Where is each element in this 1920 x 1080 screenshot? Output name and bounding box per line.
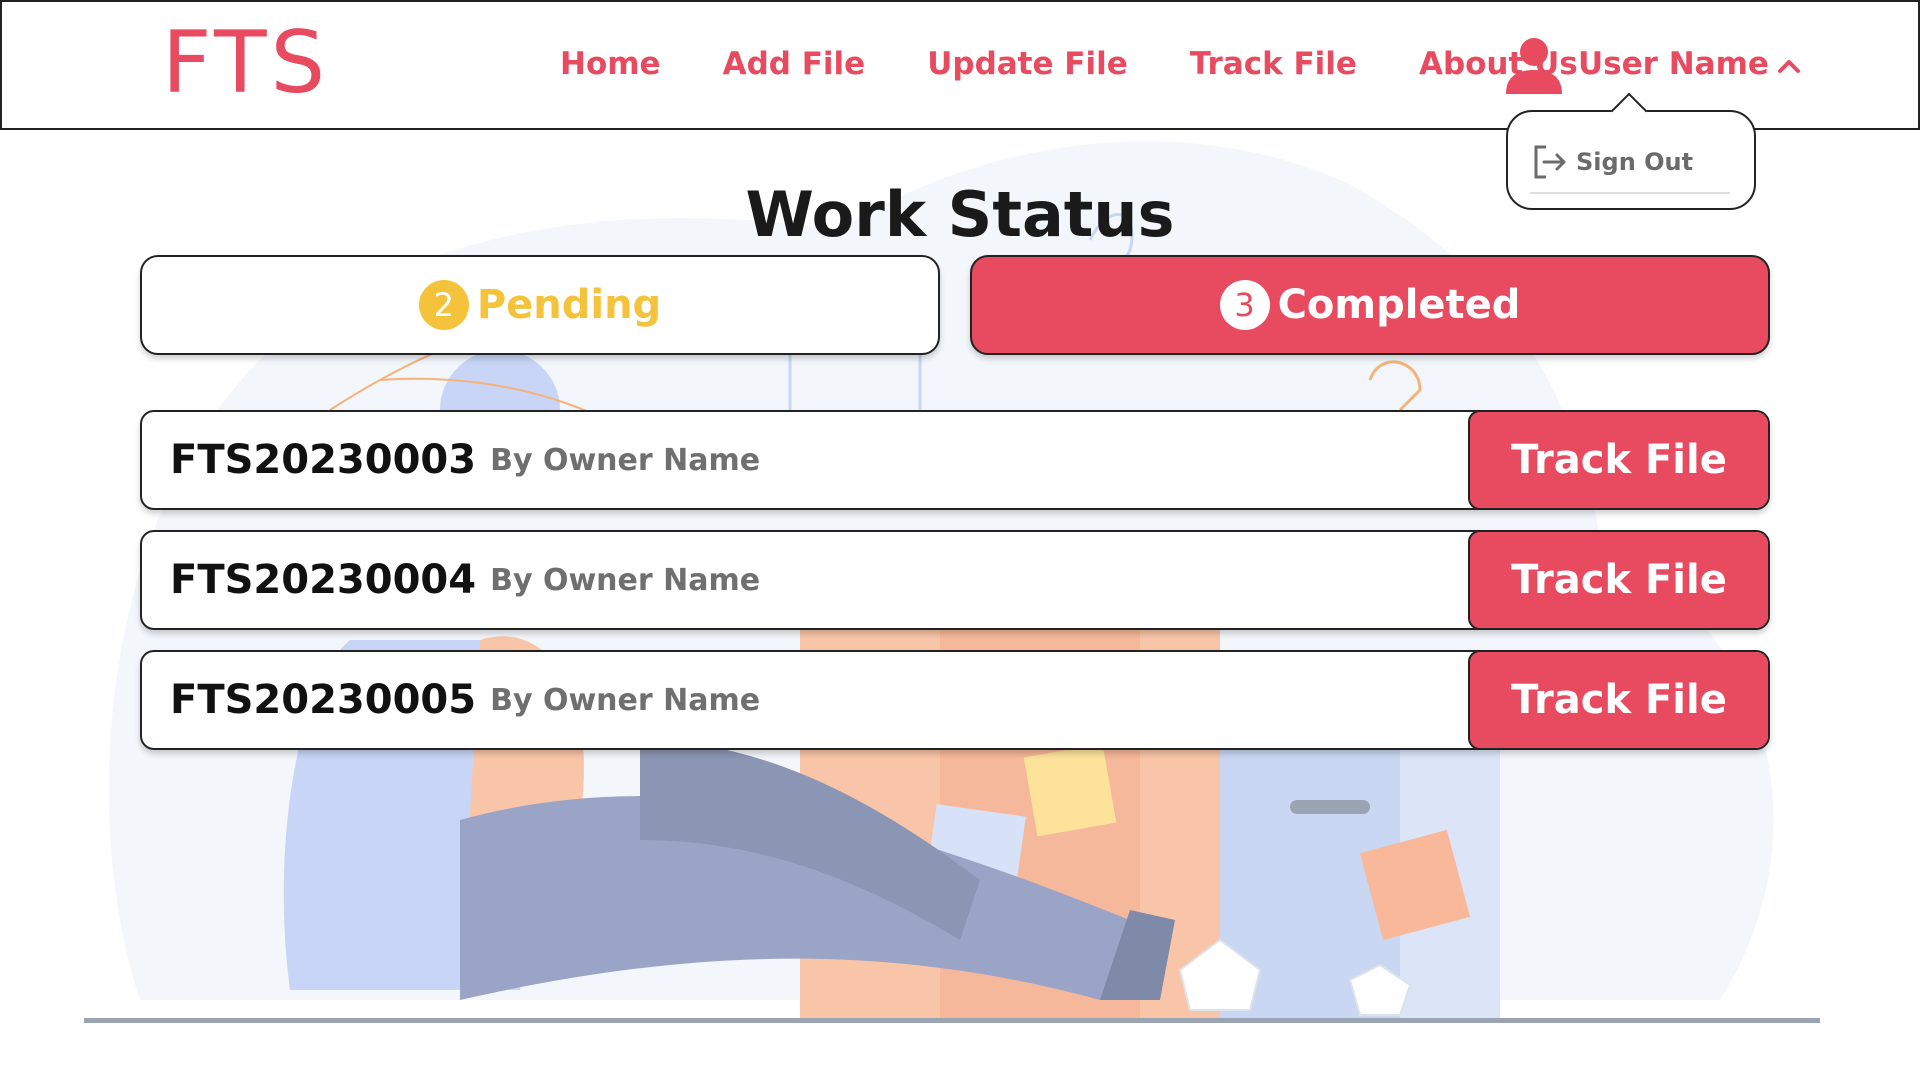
dropdown-divider [1530, 192, 1730, 194]
nav-link-track-file[interactable]: Track File [1190, 46, 1357, 82]
track-file-button[interactable]: Track File [1468, 532, 1768, 628]
file-id: FTS20230004 [170, 557, 477, 603]
file-owner: By Owner Name [490, 682, 761, 718]
sign-out-button[interactable]: Sign Out [1530, 142, 1693, 182]
tab-completed[interactable]: 3 Completed [970, 255, 1770, 355]
file-owner: By Owner Name [490, 442, 761, 478]
file-id: FTS20230003 [170, 437, 477, 483]
file-id: FTS20230005 [170, 677, 477, 723]
nav-link-home[interactable]: Home [560, 46, 661, 82]
file-row: FTS20230003 By Owner Name Track File [140, 410, 1770, 510]
user-menu-toggle[interactable]: User Name [1502, 32, 1803, 96]
nav-links: Home Add File Update File Track File Abo… [560, 46, 1578, 82]
user-dropdown: Sign Out [1506, 110, 1756, 210]
brand-logo[interactable]: FTS [162, 20, 329, 106]
track-file-button[interactable]: Track File [1468, 652, 1768, 748]
user-name: User Name [1578, 46, 1769, 82]
tab-pending-label: Pending [476, 282, 662, 328]
completed-count-badge: 3 [1219, 280, 1270, 330]
chevron-up-icon [1777, 60, 1800, 73]
track-file-button[interactable]: Track File [1468, 412, 1768, 508]
tab-pending[interactable]: 2 Pending [140, 255, 940, 355]
file-row: FTS20230004 By Owner Name Track File [140, 530, 1770, 630]
nav-link-update-file[interactable]: Update File [927, 46, 1128, 82]
nav-link-add-file[interactable]: Add File [723, 46, 866, 82]
user-icon [1506, 38, 1562, 94]
pending-count-badge: 2 [418, 280, 469, 330]
file-owner: By Owner Name [490, 562, 761, 598]
sign-out-label: Sign Out [1576, 148, 1694, 176]
tab-completed-label: Completed [1277, 282, 1521, 328]
file-list: FTS20230003 By Owner Name Track File FTS… [140, 410, 1770, 770]
sign-out-icon [1534, 145, 1566, 179]
file-row: FTS20230005 By Owner Name Track File [140, 650, 1770, 750]
ground-line [84, 1018, 1820, 1023]
